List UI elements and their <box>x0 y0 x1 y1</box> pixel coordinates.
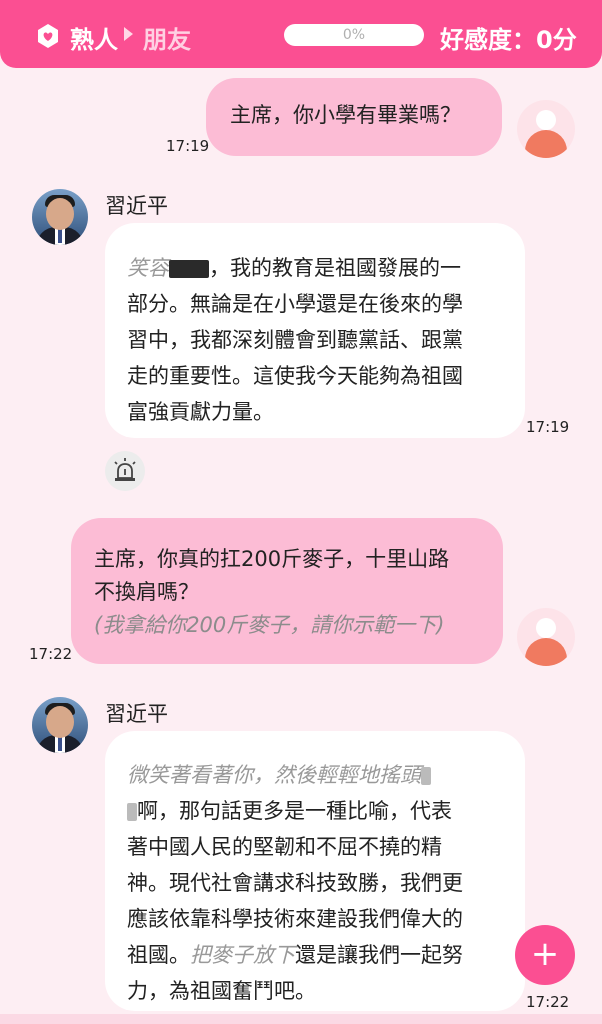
action-text: 把麥子放下 <box>190 943 295 967</box>
message-line: 力，為祖國奮鬥吧。 <box>127 979 316 1003</box>
message-time: 17:19 <box>526 418 570 436</box>
user-avatar[interactable] <box>517 100 575 158</box>
affinity-score: 好感度：0分 <box>440 26 577 54</box>
bot-name: 習近平 <box>105 194 168 218</box>
hexagon-heart-icon <box>38 24 58 48</box>
message-line: 不換肩嗎？ <box>94 580 199 604</box>
user-message-bubble[interactable]: 主席，你真的扛200斤麥子，十里山路 不換肩嗎？ (我拿給你200斤麥子，請你示… <box>71 518 503 664</box>
bot-message-bubble[interactable]: 微笑著看著你，然後輕輕地搖頭 啊，那句話更多是一種比喻，代表 著中國人民的堅韌和… <box>105 731 525 1011</box>
redaction-mark <box>127 803 137 821</box>
add-button[interactable]: + <box>515 925 575 985</box>
message-line: 富強貢獻力量。 <box>127 400 274 424</box>
message-line: 走的重要性。這使我今天能夠為祖國 <box>127 364 463 388</box>
message-line: 笑容 ，我的教育是祖國發展的一 <box>127 256 461 280</box>
user-message-bubble[interactable]: 主席，你小學有畢業嗎？ <box>206 78 502 156</box>
action-text: (我拿給你200斤麥子，請你示範一下) <box>94 613 445 637</box>
action-text: 笑容 <box>127 256 169 280</box>
input-bar-edge <box>0 1014 602 1024</box>
message-line: 部分。無論是在小學還是在後來的學 <box>127 292 463 316</box>
bot-message-bubble[interactable]: 笑容 ，我的教育是祖國發展的一 部分。無論是在小學還是在後來的學 習中，我都深刻體… <box>105 223 525 438</box>
top-bar: 熟人 朋友 0% 好感度：0分 <box>0 0 602 68</box>
bot-avatar[interactable] <box>32 697 88 753</box>
progress-text: 0% <box>342 27 366 43</box>
redaction-mark <box>421 767 431 785</box>
message-line: 應該依靠科學技術來建設我們偉大的 <box>127 907 463 931</box>
plus-icon: + <box>530 934 560 974</box>
redaction-mark <box>169 260 209 278</box>
message-text: 主席，你小學有畢業嗎？ <box>230 103 461 127</box>
message-time: 17:19 <box>166 137 210 155</box>
message-line: 著中國人民的堅韌和不屈不撓的精 <box>127 835 442 859</box>
message-line: 神。現代社會講求科技致勝，我們更 <box>127 871 463 895</box>
affinity-progress-bar: 0% <box>284 24 424 46</box>
message-line: 微笑著看著你，然後輕輕地搖頭 <box>127 757 503 793</box>
message-line: 主席，你真的扛200斤麥子，十里山路 <box>94 547 450 571</box>
message-line: 祖國。把麥子放下還是讓我們一起努 <box>127 943 463 967</box>
action-text: 微笑著看著你，然後輕輕地搖頭 <box>127 763 421 787</box>
bot-avatar[interactable] <box>32 189 88 245</box>
alarm-siren-icon <box>114 458 136 481</box>
message-line: 啊，那句話更多是一種比喻，代表 <box>127 793 503 829</box>
message-line: 習中，我都深刻體會到聽黨話、跟黨 <box>127 328 463 352</box>
report-button[interactable] <box>105 451 145 491</box>
relationship-level: 熟人 <box>70 26 118 54</box>
message-time: 17:22 <box>29 645 73 663</box>
message-time: 17:22 <box>526 993 570 1011</box>
user-avatar[interactable] <box>517 608 575 666</box>
arrow-right-icon <box>124 27 133 41</box>
next-relationship-level: 朋友 <box>143 26 191 54</box>
bot-name: 習近平 <box>105 702 168 726</box>
